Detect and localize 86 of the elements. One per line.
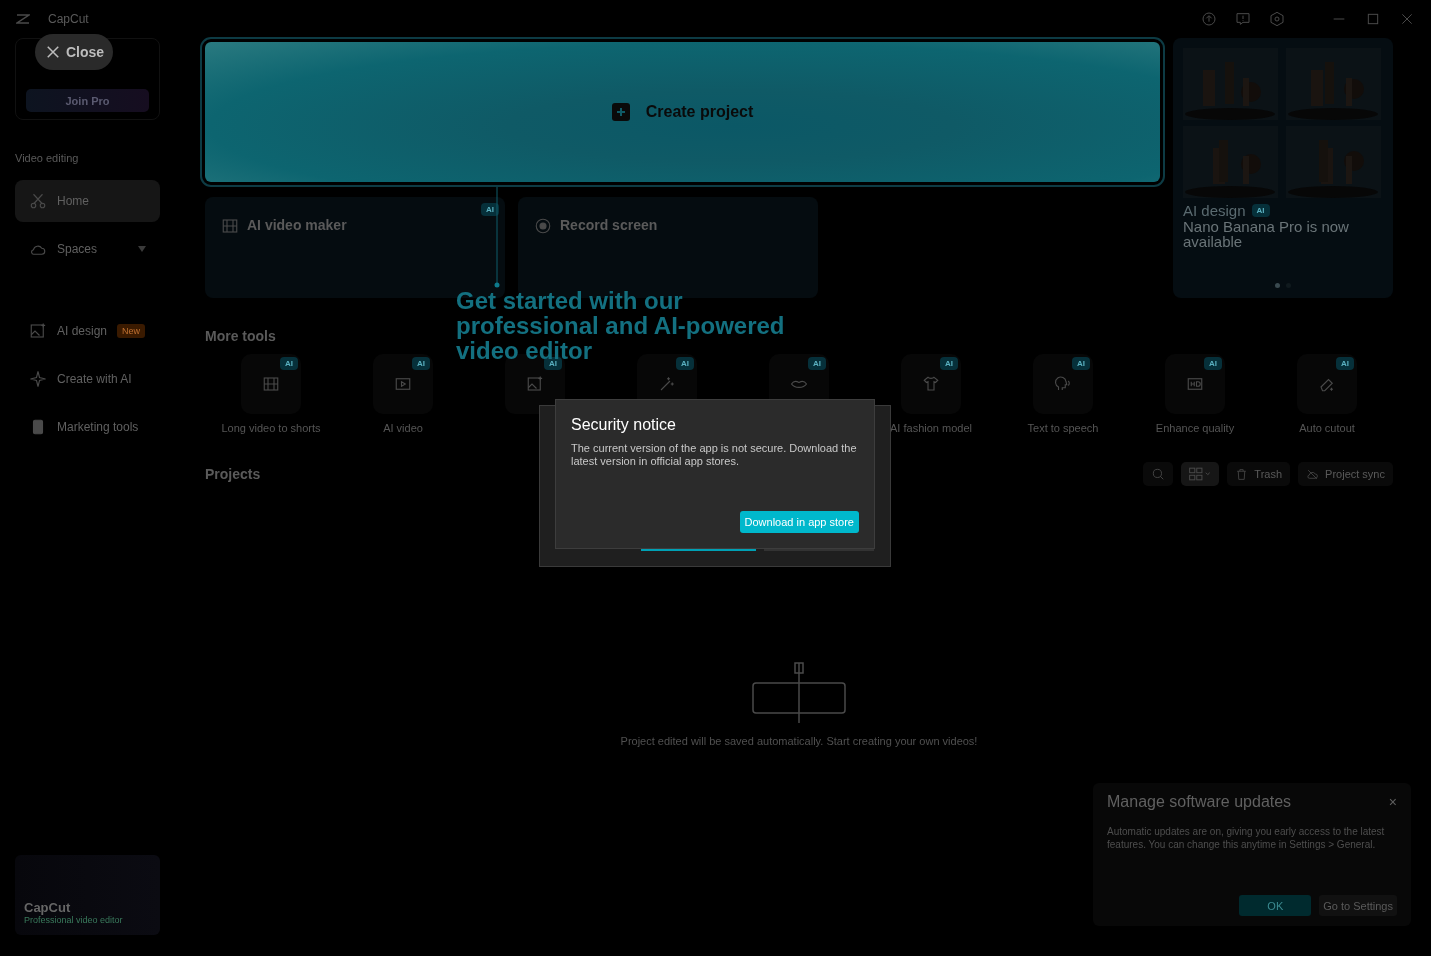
trash-button[interactable]: Trash xyxy=(1227,462,1291,486)
dialog-title: Security notice xyxy=(571,416,677,434)
promo-subtitle: Professional video editor xyxy=(24,915,123,925)
image-icon xyxy=(29,322,47,340)
tool-label: AI fashion model xyxy=(890,422,972,434)
item-label: Marketing tools xyxy=(57,420,139,434)
film-icon xyxy=(221,217,239,235)
ai-badge: AI xyxy=(808,357,826,370)
new-badge: New xyxy=(117,324,146,338)
promo-banner[interactable]: AI design AI Nano Banana Pro is now available xyxy=(1173,38,1393,298)
sidebar-item[interactable]: AI design New xyxy=(15,310,160,352)
banner-title: AI design xyxy=(1183,202,1246,219)
section-title: More tools xyxy=(205,328,276,344)
grid-icon xyxy=(1189,467,1212,481)
item-label: Create with AI xyxy=(57,372,132,386)
sidebar-item[interactable]: Spaces xyxy=(15,228,160,270)
tool-button[interactable]: AI xyxy=(1297,354,1357,414)
search-button[interactable] xyxy=(1143,462,1174,486)
card-title: AI video maker xyxy=(247,217,347,233)
carousel-dot[interactable] xyxy=(1275,283,1280,288)
hd-icon xyxy=(1186,375,1204,393)
sidebar-item[interactable]: Home xyxy=(15,180,160,222)
banner-headline: Nano Banana Pro is now available xyxy=(1183,219,1350,249)
ai-badge: AI xyxy=(412,357,430,370)
tool-button[interactable]: AI xyxy=(1033,354,1093,414)
ok-button[interactable]: OK xyxy=(1239,895,1312,916)
logo-icon xyxy=(16,13,30,25)
play-icon xyxy=(394,375,412,393)
ai-badge: AI xyxy=(1251,204,1270,217)
ai-badge: AI xyxy=(280,357,298,370)
image-icon xyxy=(526,375,544,393)
app-logo: CapCut xyxy=(48,12,89,26)
ai-badge: AI xyxy=(1072,357,1090,370)
close-icon xyxy=(44,43,62,61)
plus-icon xyxy=(611,103,630,121)
ai-badge: AI xyxy=(676,357,694,370)
caret-icon[interactable] xyxy=(138,246,146,252)
ai-badge: AI xyxy=(1204,357,1222,370)
tool-label: Text to speech xyxy=(1027,422,1099,434)
empty-folder-icon xyxy=(751,661,847,725)
tool-label: Auto cutout xyxy=(1299,422,1355,434)
shirt-icon xyxy=(922,375,940,393)
record-icon xyxy=(534,217,552,235)
film-icon xyxy=(262,375,280,393)
maximize-icon[interactable] xyxy=(1365,11,1381,27)
tool-button[interactable]: AI xyxy=(901,354,961,414)
join-pro-button[interactable]: Join Pro xyxy=(26,89,149,112)
speaking-head-icon xyxy=(1054,375,1072,393)
section-title: Projects xyxy=(205,466,261,482)
close-icon[interactable] xyxy=(1399,11,1415,27)
sidebar-item[interactable]: Create with AI xyxy=(15,358,160,400)
tool-label: Long video to shorts xyxy=(221,422,321,434)
upload-icon[interactable] xyxy=(1201,11,1217,27)
tool-label: AI video xyxy=(383,422,423,434)
search-icon xyxy=(1151,467,1166,481)
item-label: Spaces xyxy=(57,242,99,256)
settings-icon[interactable] xyxy=(1269,11,1285,27)
project-sync-button[interactable]: Project sync xyxy=(1298,462,1393,486)
section-label: Video editing xyxy=(15,152,79,164)
item-label: AI design xyxy=(57,324,108,338)
tool-button[interactable]: AI xyxy=(373,354,433,414)
go-to-settings-button[interactable]: Go to Settings xyxy=(1319,895,1397,916)
cloud-off-icon xyxy=(1306,467,1320,481)
close-tour-button[interactable]: Close xyxy=(35,34,114,70)
tool-button[interactable]: AI xyxy=(1165,354,1225,414)
popup-message: Automatic updates are on, giving you early access to the latest features. You can change this anytime in Settings > General. xyxy=(1107,825,1386,851)
view-toggle[interactable] xyxy=(1181,462,1220,486)
feedback-icon[interactable] xyxy=(1235,11,1251,27)
scissors-icon xyxy=(29,192,47,210)
sparkle-icon xyxy=(29,370,47,388)
ai-badge: AI xyxy=(940,357,958,370)
card-title: Record screen xyxy=(560,217,658,233)
ai-badge: AI xyxy=(1336,357,1354,370)
promo-card[interactable]: CapCut Professional video editor xyxy=(15,855,160,935)
dialog-message: The current version of the app is not secure. Download the latest version in official app stores. xyxy=(571,442,858,468)
promo-title: CapCut xyxy=(24,900,71,915)
item-label: Home xyxy=(57,194,89,208)
empty-message: Project edited will be saved automatically. Start creating your own videos! xyxy=(620,735,978,747)
popup-title: Manage software updates xyxy=(1107,793,1292,811)
magic-wand-icon xyxy=(658,375,676,393)
download-button[interactable]: Download in app store xyxy=(739,511,859,533)
trash-icon xyxy=(1235,467,1249,481)
tool-label: Enhance quality xyxy=(1155,422,1235,434)
close-button[interactable]: × xyxy=(1388,794,1397,810)
sidebar-item[interactable]: Marketing tools xyxy=(15,406,160,448)
tool-button[interactable]: AI xyxy=(241,354,301,414)
